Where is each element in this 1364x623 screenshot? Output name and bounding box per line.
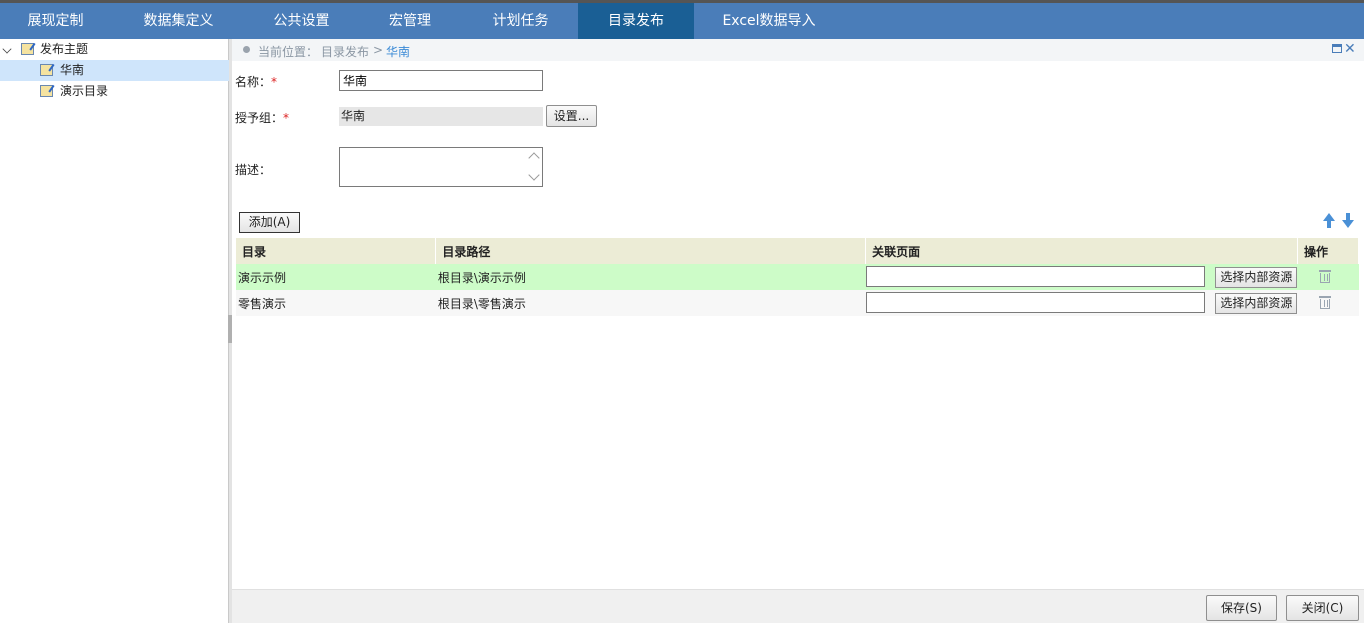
name-label: 名称：* xyxy=(235,75,278,89)
action-cell xyxy=(1297,290,1359,316)
catalog-table: 目录 目录路径 关联页面 操作 演示示例 根目录\演示示例 选择内部资源 零售演… xyxy=(236,238,1360,316)
page-cell: 选择内部资源 xyxy=(865,290,1298,316)
close-button[interactable]: 关闭(C) xyxy=(1286,595,1359,621)
chevron-down-icon[interactable] xyxy=(2,44,12,54)
tree-item-huanan[interactable]: 华南 xyxy=(0,60,229,81)
arrow-down-icon[interactable] xyxy=(1342,213,1354,228)
nav-item-excel-import[interactable]: Excel数据导入 xyxy=(694,3,844,39)
close-icon[interactable]: ✕ xyxy=(1344,42,1358,56)
table-row[interactable]: 零售演示 根目录\零售演示 选择内部资源 xyxy=(236,290,1359,316)
nav-item-macro[interactable]: 宏管理 xyxy=(357,3,463,39)
column-header: 关联页面 xyxy=(865,238,1298,264)
tree-root[interactable]: 发布主题 xyxy=(0,39,229,60)
path-cell: 根目录\零售演示 xyxy=(435,290,866,316)
column-header: 操作 xyxy=(1297,238,1360,264)
topic-tree: 发布主题 华南 演示目录 xyxy=(0,39,229,623)
save-button[interactable]: 保存(S) xyxy=(1206,595,1277,621)
column-header: 目录 xyxy=(236,238,437,264)
catalog-icon xyxy=(40,64,53,76)
breadcrumb-current: 华南 xyxy=(386,45,411,59)
table-header: 目录 目录路径 关联页面 操作 xyxy=(236,238,1360,264)
topic-icon xyxy=(21,43,34,55)
action-cell xyxy=(1297,264,1359,290)
arrow-up-icon[interactable] xyxy=(1323,213,1335,228)
nav-item-dataset[interactable]: 数据集定义 xyxy=(111,3,246,39)
breadcrumb-item[interactable]: 目录发布 xyxy=(321,43,369,60)
group-value: 华南 xyxy=(339,107,543,126)
breadcrumb-separator: > xyxy=(373,43,384,57)
tree-item-label: 华南 xyxy=(60,63,85,77)
column-header: 目录路径 xyxy=(435,238,867,264)
top-nav: 展现定制 数据集定义 公共设置 宏管理 计划任务 目录发布 Excel数据导入 xyxy=(0,0,1364,39)
add-button[interactable]: 添加(A) xyxy=(239,212,300,233)
main-panel: 当前位置： 目录发布 > 华南 ✕ 名称：* 授予组：* 华南 设置... 描述… xyxy=(232,39,1364,623)
directory-cell: 零售演示 xyxy=(236,290,436,316)
page-cell: 选择内部资源 xyxy=(865,264,1298,290)
directory-cell: 演示示例 xyxy=(236,264,436,290)
page-input[interactable] xyxy=(865,266,1205,287)
breadcrumb: 当前位置： 目录发布 > 华南 ✕ xyxy=(232,39,1364,61)
footer-bar: 保存(S) 关闭(C) xyxy=(232,589,1364,623)
name-input[interactable] xyxy=(339,70,543,91)
page-input[interactable] xyxy=(865,292,1205,313)
desc-label: 描述： xyxy=(235,163,272,177)
trash-icon[interactable] xyxy=(1319,269,1332,283)
scroll-down-icon[interactable] xyxy=(528,169,540,181)
maximize-icon[interactable] xyxy=(1332,44,1342,53)
catalog-icon xyxy=(40,85,53,97)
nav-item-display-custom[interactable]: 展现定制 xyxy=(0,3,111,39)
group-label: 授予组：* xyxy=(235,111,290,125)
trash-icon[interactable] xyxy=(1319,295,1332,309)
nav-item-schedule[interactable]: 计划任务 xyxy=(463,3,578,39)
tree-root-label: 发布主题 xyxy=(40,42,89,56)
bullet-icon xyxy=(243,46,250,53)
settings-button[interactable]: 设置... xyxy=(546,105,597,127)
tree-item-label: 演示目录 xyxy=(60,84,109,98)
nav-item-common-settings[interactable]: 公共设置 xyxy=(246,3,357,39)
table-row[interactable]: 演示示例 根目录\演示示例 选择内部资源 xyxy=(236,264,1359,290)
tree-item-demo[interactable]: 演示目录 xyxy=(0,81,229,102)
scroll-up-icon[interactable] xyxy=(528,152,540,164)
path-cell: 根目录\演示示例 xyxy=(435,264,866,290)
breadcrumb-prefix: 当前位置： xyxy=(258,45,319,59)
nav-item-catalog-publish[interactable]: 目录发布 xyxy=(578,3,694,39)
desc-textarea[interactable] xyxy=(339,147,543,187)
select-resource-button[interactable]: 选择内部资源 xyxy=(1215,293,1298,314)
select-resource-button[interactable]: 选择内部资源 xyxy=(1215,267,1298,288)
